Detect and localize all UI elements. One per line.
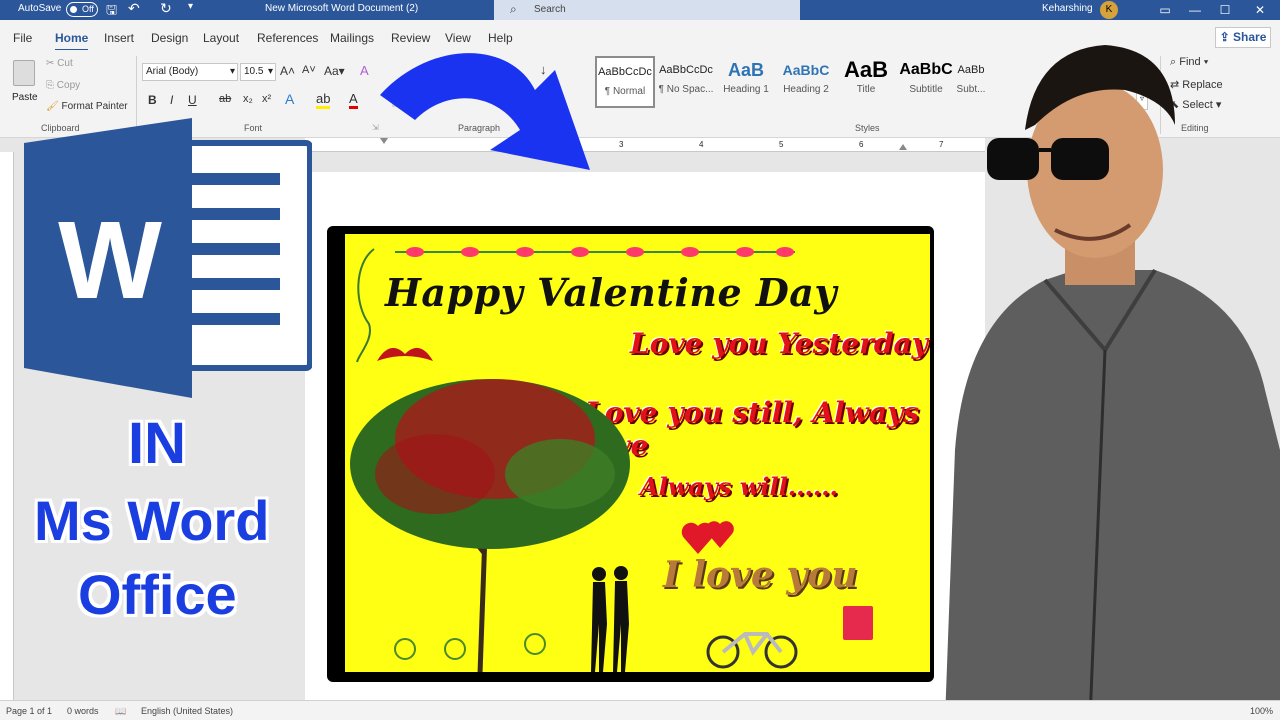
search-placeholder: Search (534, 4, 566, 15)
shrink-font-icon[interactable]: A˅ (302, 64, 316, 76)
format-painter-button[interactable]: 🖌 Format Painter (46, 101, 128, 112)
proofing-icon[interactable]: 📖 (115, 706, 126, 717)
style-heading-1[interactable]: AaB Heading 1 (716, 56, 776, 108)
caption-office: Office (78, 563, 237, 626)
chevron-down-icon: ▾ (229, 66, 235, 77)
font-name-value: Arial (Body) (146, 66, 199, 77)
search-icon: ⌕ (510, 2, 517, 16)
page-count[interactable]: Page 1 of 1 (6, 706, 52, 716)
chevron-down-icon: ▾ (267, 66, 273, 77)
format-painter-label: Format Painter (61, 101, 128, 112)
subscript-icon[interactable]: x₂ (243, 93, 253, 105)
close-icon[interactable]: ✕ (1245, 0, 1275, 20)
undo-icon[interactable]: ↶ (128, 0, 140, 17)
avatar[interactable]: K (1100, 1, 1118, 19)
vertical-ruler[interactable] (0, 152, 14, 700)
style-preview: AaBbC (782, 62, 830, 78)
style-heading-2[interactable]: AaBbC Heading 2 (776, 56, 836, 108)
ruler-number: 6 (859, 140, 864, 149)
underline-icon[interactable]: U (188, 93, 197, 107)
highlight-icon[interactable]: ab (316, 91, 331, 109)
maximize-icon[interactable]: ☐ (1210, 0, 1240, 20)
style-name: Heading 2 (783, 84, 829, 95)
style-normal[interactable]: AaBbCcDc ¶ Normal (595, 56, 655, 108)
style-preview: AaBbCcDc (598, 66, 652, 78)
language-indicator[interactable]: English (United States) (141, 706, 233, 716)
copy-label: Copy (56, 80, 81, 91)
card-title: Happy Valentine Day (385, 270, 838, 315)
tab-references[interactable]: References (257, 31, 318, 45)
document-title: New Microsoft Word Document (2) (265, 3, 419, 14)
pointer-arrow-graphic (380, 53, 590, 170)
autosave-label: AutoSave (18, 3, 62, 14)
font-name-select[interactable]: Arial (Body) ▾ (142, 63, 238, 81)
change-case-icon[interactable]: Aa▾ (324, 64, 345, 78)
ruler-number: 3 (619, 140, 624, 149)
bicycle-icon (706, 632, 798, 669)
word-logo-letter: W (58, 199, 162, 322)
tab-insert[interactable]: Insert (104, 31, 134, 45)
ruler-number: 5 (779, 140, 784, 149)
couple-silhouette (591, 566, 629, 672)
tab-layout[interactable]: Layout (203, 31, 239, 45)
lovebird-icon (377, 347, 433, 361)
autosave-state: Off (82, 4, 94, 14)
cut-button[interactable]: ✂ Cut (46, 58, 73, 69)
tab-home[interactable]: Home (55, 31, 89, 51)
style-name: ¶ Normal (604, 86, 646, 97)
valentine-card-image: Happy Valentine Day Love you Yesterday L… (327, 226, 934, 682)
caption-ms-word: Ms Word (34, 489, 270, 552)
font-size-value: 10.5 (244, 66, 264, 77)
strikethrough-icon[interactable]: ab (219, 93, 231, 105)
text-effects-icon[interactable]: A (285, 91, 294, 107)
card-background: Happy Valentine Day Love you Yesterday L… (345, 234, 930, 672)
card-line-3: Always will...... (640, 472, 838, 501)
ribbon-display-icon[interactable]: ▭ (1150, 0, 1180, 20)
style-preview: AaBbCcDc (659, 64, 713, 76)
paste-button[interactable]: Paste (10, 56, 38, 116)
title-bar: AutoSave Off 🖫 ↶ ↻ ▾ New Microsoft Word … (0, 0, 1280, 20)
hearts-icon (681, 521, 734, 554)
style-title[interactable]: AaB Title (836, 56, 896, 108)
grow-font-icon[interactable]: A˄ (280, 64, 295, 78)
ruler-number: 4 (699, 140, 704, 149)
font-size-select[interactable]: 10.5 ▾ (240, 63, 276, 81)
style-name: ¶ No Spac... (658, 84, 714, 95)
presenter-photo (945, 45, 1280, 720)
style-name: Heading 1 (723, 84, 769, 95)
word-logo-icon: W (24, 118, 312, 398)
autosave-toggle[interactable]: Off (66, 2, 98, 17)
italic-icon[interactable]: I (170, 93, 173, 107)
zoom-level[interactable]: 100% (1250, 706, 1273, 716)
copy-button[interactable]: ⎘ Copy (46, 80, 80, 91)
search-box[interactable]: ⌕ Search (494, 0, 800, 20)
style-name: Title (856, 84, 876, 95)
bold-icon[interactable]: B (148, 93, 157, 107)
status-bar: Page 1 of 1 0 words 📖 English (United St… (0, 700, 1280, 720)
card-line-1: Love you Yesterday (630, 327, 928, 360)
style-preview: AaB (727, 60, 764, 80)
card-i-love-you: I love you (663, 554, 858, 596)
word-count[interactable]: 0 words (67, 706, 99, 716)
styles-group-label: Styles (855, 123, 880, 133)
brush-icon: 🖌 (46, 101, 59, 112)
customize-toolbar-icon[interactable]: ▾ (188, 1, 193, 12)
tab-file[interactable]: File (13, 31, 32, 45)
caption-in: IN (128, 411, 186, 476)
tab-design[interactable]: Design (151, 31, 188, 45)
user-name[interactable]: Keharshing (1042, 3, 1093, 14)
flower-vine-border (395, 247, 795, 257)
minimize-icon[interactable]: — (1180, 0, 1210, 20)
clipboard-icon (13, 60, 35, 86)
style-preview: AaB (843, 57, 888, 82)
gift-bag-icon (843, 606, 873, 640)
superscript-icon[interactable]: x² (262, 93, 271, 105)
ruler-indent-marker[interactable] (899, 144, 907, 150)
style-no-spacing[interactable]: AaBbCcDc ¶ No Spac... (656, 56, 716, 108)
cut-label: Cut (57, 58, 73, 69)
redo-icon[interactable]: ↻ (160, 0, 172, 17)
font-color-icon[interactable]: A (349, 91, 358, 109)
paste-label: Paste (12, 92, 38, 103)
